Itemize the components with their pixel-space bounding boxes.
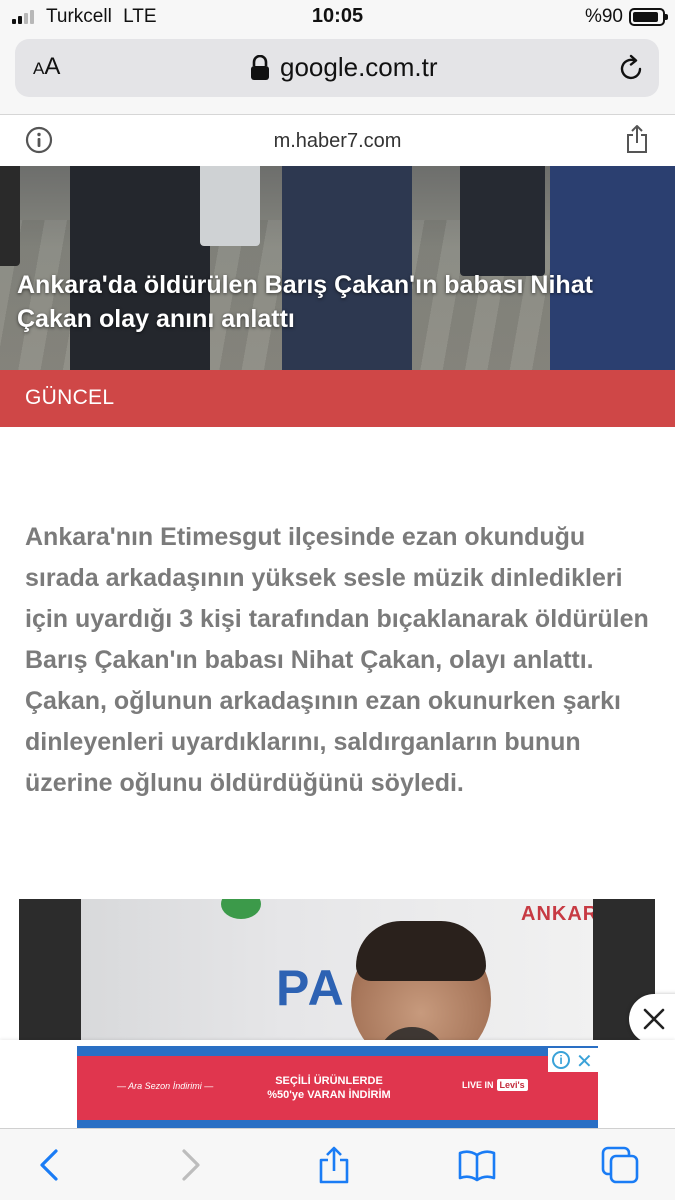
video-player[interactable]: ANKARA PA OS [19, 899, 655, 1049]
ad-brand-prefix: LIVE IN [462, 1080, 494, 1090]
thumbnail-decoration [221, 899, 261, 919]
reload-icon[interactable] [615, 52, 647, 84]
hero-figure [200, 166, 260, 246]
back-chevron-icon[interactable] [30, 1145, 70, 1185]
text-size-large-a: A [44, 53, 61, 80]
site-domain: m.haber7.com [273, 130, 402, 152]
ad-offer-text: SEÇİLİ ÜRÜNLERDE %50'ye VARAN İNDİRİM [259, 1074, 399, 1102]
ad-offer-line1: SEÇİLİ ÜRÜNLERDE [275, 1075, 383, 1087]
forward-chevron-icon[interactable] [170, 1145, 210, 1185]
text-size-small-a: A [33, 59, 45, 78]
bookmarks-icon[interactable] [457, 1145, 497, 1185]
close-icon [643, 1008, 665, 1030]
ad-topline [77, 1046, 598, 1056]
ad-season-text: — Ara Sezon İndirimi — [117, 1081, 214, 1091]
video-thumbnail: ANKARA PA OS [81, 899, 593, 1049]
category-strip: GÜNCEL [0, 370, 675, 427]
lock-icon [251, 55, 269, 80]
share-icon[interactable] [314, 1145, 354, 1185]
ad-offer-line2: %50'ye VARAN İNDİRİM [267, 1089, 391, 1101]
article-headline[interactable]: Ankara'da öldürülen Barış Çakan'ın babas… [17, 268, 657, 336]
battery-icon [629, 8, 668, 26]
battery-percentage: %90 [584, 6, 623, 27]
url-text[interactable]: google.com.tr [280, 52, 438, 83]
category-label[interactable]: GÜNCEL [25, 386, 114, 410]
share-icon[interactable] [625, 124, 649, 154]
close-ad-button[interactable] [629, 994, 675, 1044]
hero-image[interactable]: Ankara'da öldürülen Barış Çakan'ın babas… [0, 166, 675, 370]
ad-brand: LIVE IN Levi's [462, 1079, 528, 1091]
ad-brand-logo: Levi's [496, 1079, 528, 1091]
text-size-button[interactable]: AA [33, 53, 60, 81]
battery-fill [633, 12, 659, 22]
browser-top-bar: AA google.com.tr [0, 34, 675, 114]
clock: 10:05 [311, 5, 364, 27]
ad-bottomline [77, 1120, 598, 1128]
ad-container: — Ara Sezon İndirimi — SEÇİLİ ÜRÜNLERDE … [0, 1040, 675, 1128]
ad-banner[interactable]: — Ara Sezon İndirimi — SEÇİLİ ÜRÜNLERDE … [77, 1046, 598, 1128]
hero-figure [460, 166, 545, 276]
adchoices-info-icon[interactable]: i [552, 1051, 570, 1069]
status-bar: Turkcell LTE 10:05 %90 [0, 0, 675, 34]
adchoices-close-icon[interactable]: ✕ [576, 1049, 593, 1074]
thumbnail-banner-small: ANKARA [521, 903, 593, 925]
thumbnail-hair [356, 921, 486, 981]
article-summary: Ankara'nın Etimesgut ilçesinde ezan okun… [25, 523, 649, 797]
tabs-icon[interactable] [600, 1145, 640, 1185]
hero-figure [0, 166, 20, 266]
browser-toolbar [0, 1128, 675, 1200]
adchoices-badge[interactable]: i ✕ [548, 1048, 598, 1074]
address-bar[interactable]: AA google.com.tr [15, 39, 659, 97]
site-header: m.haber7.com [0, 114, 675, 166]
